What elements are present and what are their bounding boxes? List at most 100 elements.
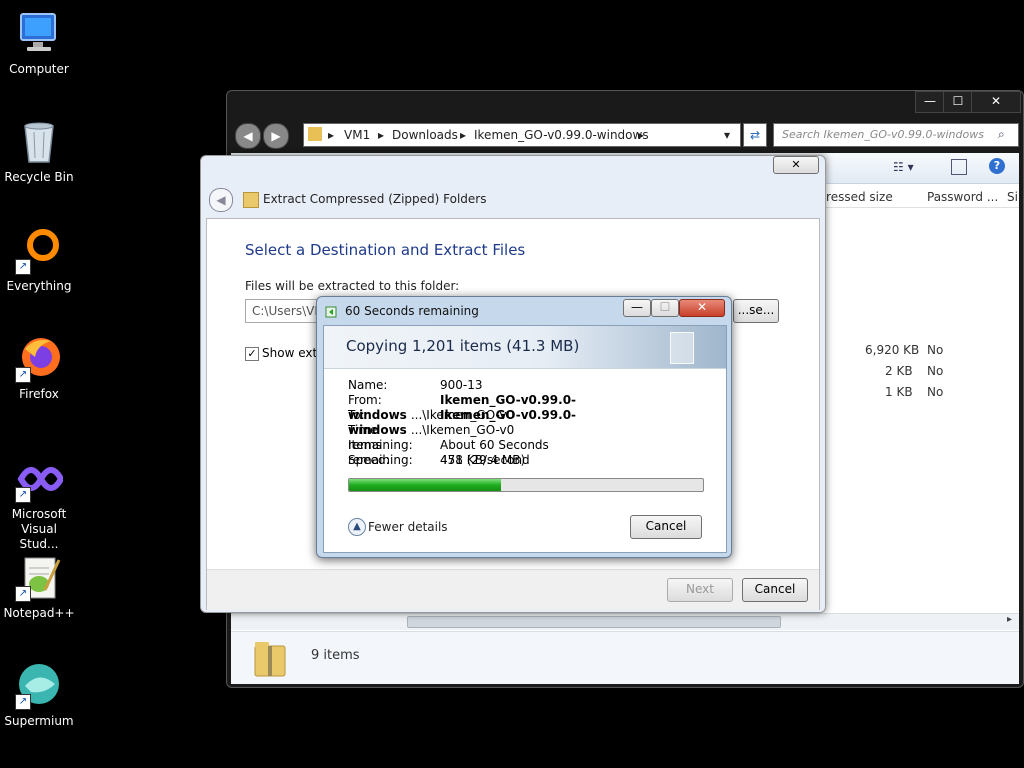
breadcrumb-separator-icon: ▸ <box>328 128 335 142</box>
shortcut-arrow-icon: ↗ <box>15 367 31 383</box>
copy-heading: Copying 1,201 items (41.3 MB) <box>346 337 580 355</box>
copy-banner: Copying 1,201 items (41.3 MB) <box>324 326 726 369</box>
desktop-icon-firefox[interactable]: ↗ Firefox <box>0 335 78 402</box>
close-button[interactable]: ✕ <box>773 156 819 174</box>
copy-dialog-title: 60 Seconds remaining <box>345 304 479 318</box>
scrollbar-thumb[interactable] <box>407 616 781 628</box>
maximize-icon: ☐ <box>659 300 671 314</box>
compressed-size-cell: 1 KB <box>885 385 913 399</box>
desktop-icon-label: Everything <box>6 279 72 293</box>
next-button[interactable]: Next <box>667 578 733 602</box>
notepad-plus-plus-icon: ↗ <box>15 554 63 602</box>
browse-button[interactable]: ...se... <box>733 299 779 323</box>
scroll-right-icon[interactable]: ▸ <box>1007 614 1012 625</box>
column-header-password[interactable]: Password ... <box>927 190 998 204</box>
maximize-button[interactable]: ☐ <box>943 91 973 113</box>
copy-dialog-footer: ▲ Fewer details Cancel <box>324 506 726 552</box>
desktop-icon-computer[interactable]: Computer <box>0 10 78 77</box>
search-placeholder: Search Ikemen_GO-v0.99.0-windows <box>782 128 984 141</box>
desktop-icon-label: Microsoft Visual Stud... <box>11 507 67 551</box>
breadcrumb-item[interactable]: Ikemen_GO-v0.99.0-windows <box>474 128 649 142</box>
copy-progress-bar <box>348 478 704 492</box>
document-icon <box>670 332 694 364</box>
zip-folder-icon <box>253 638 287 678</box>
password-cell: No <box>927 385 944 399</box>
detail-label: To: <box>348 408 365 422</box>
computer-icon <box>15 10 63 58</box>
desktop-icon-label: Notepad++ <box>3 606 75 620</box>
everything-icon: ↗ <box>15 227 63 275</box>
breadcrumb-separator-icon: ▸ <box>460 128 467 142</box>
close-button[interactable]: ✕ <box>679 299 725 317</box>
copy-progress-dialog[interactable]: 60 Seconds remaining — ☐ ✕ Copying 1,201… <box>316 296 732 558</box>
item-count: 9 items <box>311 648 360 663</box>
minimize-button[interactable]: — <box>623 299 651 317</box>
compressed-size-cell: 6,920 KB <box>865 343 920 357</box>
refresh-button[interactable]: ⇄ <box>743 123 767 147</box>
help-icon[interactable]: ? <box>989 158 1005 174</box>
preview-pane-icon[interactable] <box>951 159 967 175</box>
detail-value: 900-13 <box>440 378 483 392</box>
cancel-button[interactable]: Cancel <box>630 515 702 539</box>
desktop-icon-label: Firefox <box>19 387 59 401</box>
wizard-footer: Next Cancel <box>207 569 819 610</box>
maximize-button[interactable]: ☐ <box>651 299 679 317</box>
firefox-icon: ↗ <box>15 335 63 383</box>
refresh-icon: ⇄ <box>749 128 761 142</box>
fewer-details-link[interactable]: Fewer details <box>368 520 448 534</box>
recycle-bin-icon <box>15 118 63 166</box>
horizontal-scrollbar[interactable]: ▸ <box>231 613 1019 630</box>
desktop-icon-label: Supermium <box>4 714 74 728</box>
folder-icon <box>308 127 322 141</box>
desktop-icon-label: Recycle Bin <box>4 170 74 184</box>
close-icon: ✕ <box>696 300 708 314</box>
search-icon: ⌕ <box>998 127 1005 141</box>
password-cell: No <box>927 364 944 378</box>
desktop-icon-visual-studio[interactable]: ↗ Microsoft Visual Stud... <box>0 455 78 552</box>
back-button[interactable]: ◀ <box>209 188 233 212</box>
detail-label: From: <box>348 393 382 407</box>
chevron-up-icon[interactable]: ▲ <box>348 518 366 536</box>
desktop-icon-notepad-plus-plus[interactable]: ↗ Notepad++ <box>0 554 78 621</box>
copy-icon <box>325 304 339 318</box>
breadcrumb-item[interactable]: VM1 <box>344 128 370 142</box>
detail-label: Speed: <box>348 453 390 467</box>
desktop-icon-everything[interactable]: ↗ Everything <box>0 227 78 294</box>
dropdown-arrow-icon[interactable]: ▾ <box>724 128 730 142</box>
minimize-icon: — <box>631 300 643 314</box>
detail-value: 451 KB/second <box>440 453 530 467</box>
copy-dialog-content: Copying 1,201 items (41.3 MB) Name: 900-1… <box>323 325 727 553</box>
detail-label: Name: <box>348 378 388 392</box>
minimize-button[interactable]: — <box>915 91 945 113</box>
back-arrow-icon: ◀ <box>243 129 253 143</box>
forward-arrow-icon: ▶ <box>271 129 281 143</box>
desktop-icon-recycle-bin[interactable]: Recycle Bin <box>0 118 78 185</box>
breadcrumb-separator-icon: ▸ <box>378 128 385 142</box>
search-input[interactable]: Search Ikemen_GO-v0.99.0-windows ⌕ <box>773 123 1019 147</box>
status-bar: 9 items <box>231 631 1019 684</box>
breadcrumb-separator-icon: ▸ <box>638 128 645 142</box>
desktop-icon-supermium[interactable]: ↗ Supermium <box>0 662 78 729</box>
breadcrumb-item[interactable]: Downloads <box>392 128 458 142</box>
back-button[interactable]: ◀ <box>235 123 261 149</box>
views-icon[interactable]: ☷ ▾ <box>893 160 914 174</box>
shortcut-arrow-icon: ↗ <box>15 694 31 710</box>
cancel-button[interactable]: Cancel <box>742 578 808 602</box>
password-cell: No <box>927 343 944 357</box>
destination-folder-value: C:\Users\VM <box>252 304 325 318</box>
wizard-heading: Select a Destination and Extract Files <box>245 241 526 259</box>
show-files-checkbox[interactable]: ✓ <box>245 347 259 361</box>
address-bar[interactable]: ▸ VM1 ▸ Downloads ▸ Ikemen_GO-v0.99.0-wi… <box>303 123 741 147</box>
back-arrow-icon: ◀ <box>216 193 226 207</box>
zip-folder-icon <box>243 192 259 208</box>
detail-row-name: Name: 900-13 <box>348 378 483 393</box>
supermium-icon: ↗ <box>15 662 63 710</box>
destination-folder-input[interactable]: C:\Users\VM <box>245 299 327 323</box>
compressed-size-cell: 2 KB <box>885 364 913 378</box>
visual-studio-icon: ↗ <box>15 455 65 503</box>
progress-fill <box>349 479 502 491</box>
close-button[interactable]: ✕ <box>971 91 1021 113</box>
column-header-size[interactable]: Si <box>1007 190 1018 204</box>
shortcut-arrow-icon: ↗ <box>15 487 31 503</box>
forward-button[interactable]: ▶ <box>263 123 289 149</box>
